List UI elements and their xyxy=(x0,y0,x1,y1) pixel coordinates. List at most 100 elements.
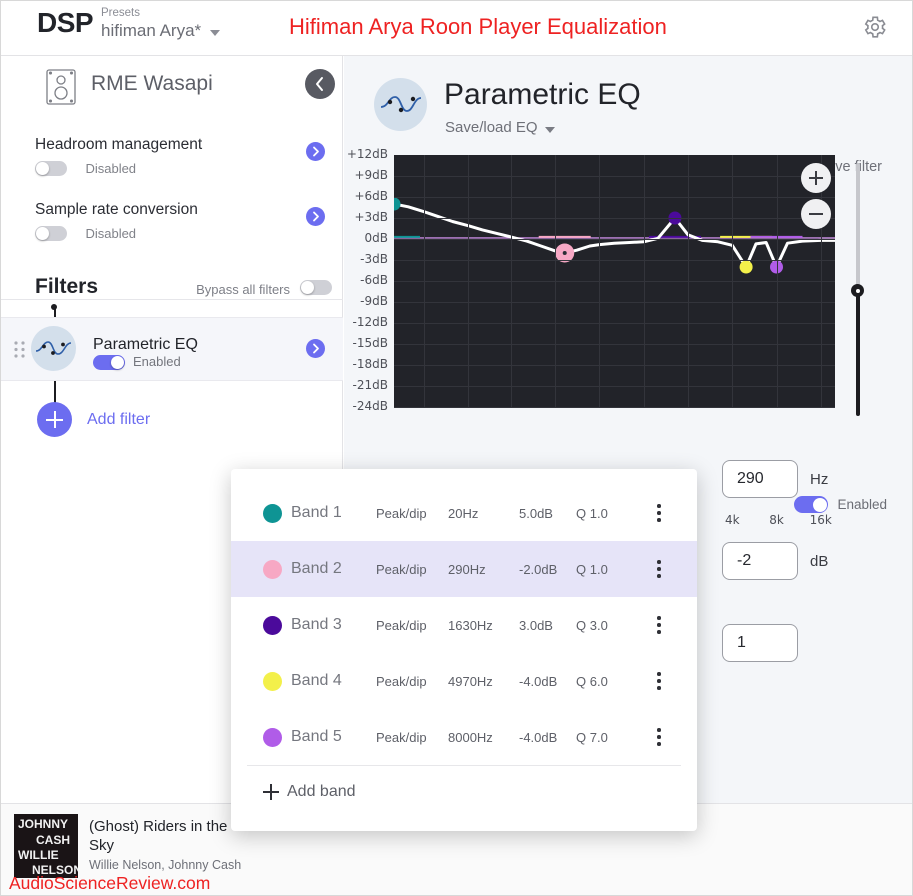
gain-input[interactable] xyxy=(722,542,798,580)
y-axis-tick: -6dB xyxy=(360,273,388,287)
y-axis-tick: -18dB xyxy=(352,357,388,371)
device-name: RME Wasapi xyxy=(91,72,213,95)
band-handle[interactable] xyxy=(394,197,401,211)
band-row[interactable]: Band 2 Peak/dip 290Hz -2.0dB Q 1.0 xyxy=(231,541,697,597)
filter-state: Enabled xyxy=(133,354,181,369)
band-type: Peak/dip xyxy=(376,729,427,745)
band-type: Peak/dip xyxy=(376,561,427,577)
band-overflow-menu-icon[interactable] xyxy=(651,501,667,526)
band-enabled-control: Enabled xyxy=(794,496,887,514)
band-overflow-menu-icon[interactable] xyxy=(651,725,667,750)
presets-selector[interactable]: Presets hifiman Arya* xyxy=(101,6,221,42)
band-row[interactable]: Band 3 Peak/dip 1630Hz 3.0dB Q 3.0 xyxy=(231,597,697,653)
filter-detail-button[interactable] xyxy=(306,339,325,358)
band-enabled-label: Enabled xyxy=(837,497,887,513)
band-row[interactable]: Band 1 Peak/dip 20Hz 5.0dB Q 1.0 xyxy=(231,485,697,541)
frequency-input[interactable] xyxy=(722,460,798,498)
filter-name: Parametric EQ xyxy=(93,336,198,353)
headroom-title: Headroom management xyxy=(35,136,203,153)
headroom-detail-button[interactable] xyxy=(306,142,325,161)
band-row[interactable]: Band 5 Peak/dip 8000Hz -4.0dB Q 7.0 xyxy=(231,709,697,765)
zoom-out-button[interactable] xyxy=(801,199,831,229)
gain-unit-label: dB xyxy=(810,553,829,570)
y-axis-tick: -12dB xyxy=(352,315,388,329)
band-frequency: 290Hz xyxy=(448,561,486,577)
gridline-v xyxy=(599,155,601,407)
band-name: Band 5 xyxy=(291,728,342,745)
samplerate-toggle[interactable] xyxy=(35,226,67,242)
gridline-v xyxy=(510,155,512,407)
band-overflow-menu-icon[interactable] xyxy=(651,613,667,638)
y-axis-tick: 0dB xyxy=(364,231,388,245)
band-frequency: 1630Hz xyxy=(448,617,493,633)
chevron-down-icon xyxy=(210,30,221,36)
sidebar-item-sample-rate-conversion[interactable]: Sample rate conversion Disabled xyxy=(1,201,343,243)
track-artist: Willie Nelson, Johnny Cash xyxy=(89,858,242,872)
samplerate-title: Sample rate conversion xyxy=(35,201,198,218)
app-logo: DSP xyxy=(37,7,94,38)
zoom-in-button[interactable] xyxy=(801,163,831,193)
gridline-v xyxy=(732,155,734,407)
add-band-button[interactable]: Add band xyxy=(231,766,697,818)
band-gain: -4.0dB xyxy=(519,729,558,745)
gridline-v xyxy=(643,155,645,407)
band-q: Q 3.0 xyxy=(576,617,608,633)
headroom-toggle[interactable] xyxy=(35,161,67,177)
y-axis-tick: -9dB xyxy=(360,294,388,308)
slider-track-upper xyxy=(855,163,860,291)
eq-plot-area[interactable] xyxy=(394,155,835,408)
q-input[interactable] xyxy=(722,624,798,662)
band-enabled-toggle[interactable] xyxy=(794,496,829,514)
band-list-popup: Band 1 Peak/dip 20Hz 5.0dB Q 1.0 Band 2 Peak/d… xyxy=(231,469,697,831)
band-gain: -2.0dB xyxy=(519,561,558,577)
x-axis-tick: 8k xyxy=(769,513,784,527)
app-header: DSP Presets hifiman Arya* Hifiman Arya R… xyxy=(1,1,912,56)
y-axis-tick: -21dB xyxy=(352,378,388,392)
gridline-h xyxy=(394,239,835,240)
slider-thumb[interactable] xyxy=(851,284,864,297)
samplerate-detail-button[interactable] xyxy=(306,207,325,226)
gridline-v xyxy=(555,155,557,407)
bypass-all-filters-label: Bypass all filters xyxy=(196,282,290,297)
drag-handle-icon[interactable] xyxy=(14,341,25,363)
band-color-dot xyxy=(263,503,282,523)
band-frequency: 8000Hz xyxy=(448,729,493,745)
filters-heading: Filters xyxy=(35,275,99,298)
sidebar-collapse-button[interactable] xyxy=(305,69,335,99)
add-filter-label[interactable]: Add filter xyxy=(87,411,150,429)
band-color-dot xyxy=(263,615,282,635)
x-axis-tick: 4k xyxy=(724,513,740,527)
band-gain: 5.0dB xyxy=(519,505,553,521)
add-filter-button[interactable] xyxy=(37,402,72,437)
speaker-icon xyxy=(45,68,77,111)
gear-icon[interactable] xyxy=(862,14,888,40)
plus-icon xyxy=(263,784,279,800)
slider-track-lower xyxy=(855,291,860,416)
band-overflow-menu-icon[interactable] xyxy=(651,557,667,582)
gridline-h xyxy=(394,281,835,282)
album-art-line-2: CASH xyxy=(36,833,71,847)
gridline-h xyxy=(394,302,835,303)
vertical-zoom-slider[interactable] xyxy=(851,163,864,416)
band-q: Q 1.0 xyxy=(576,561,608,577)
filter-enable-toggle[interactable] xyxy=(93,355,125,370)
track-title: (Ghost) Riders in the Sky xyxy=(89,818,228,854)
eq-graph: +12dB +9dB +6dB +3dB 0dB -3dB -6dB -9dB -12dB -15… xyxy=(344,101,912,527)
band-row[interactable]: Band 4 Peak/dip 4970Hz -4.0dB Q 6.0 xyxy=(231,653,697,709)
gridline-h xyxy=(394,323,835,324)
dsp-window: DSP Presets hifiman Arya* Hifiman Arya R… xyxy=(0,0,913,896)
y-axis-tick: +3dB xyxy=(354,210,388,224)
band-q: Q 1.0 xyxy=(576,505,608,521)
band-overflow-menu-icon[interactable] xyxy=(651,669,667,694)
samplerate-state: Disabled xyxy=(85,226,137,241)
gridline-h xyxy=(394,407,835,408)
gridline-h xyxy=(394,365,835,366)
band-handle[interactable] xyxy=(739,260,753,274)
frequency-unit-label: Hz xyxy=(810,471,829,488)
bypass-all-filters-toggle[interactable] xyxy=(300,280,332,295)
y-axis-tick: -3dB xyxy=(360,252,388,266)
gridline-h xyxy=(394,218,835,219)
band-q: Q 6.0 xyxy=(576,673,608,689)
sidebar-item-headroom-management[interactable]: Headroom management Disabled xyxy=(1,136,343,178)
band-color-dot xyxy=(263,671,282,691)
